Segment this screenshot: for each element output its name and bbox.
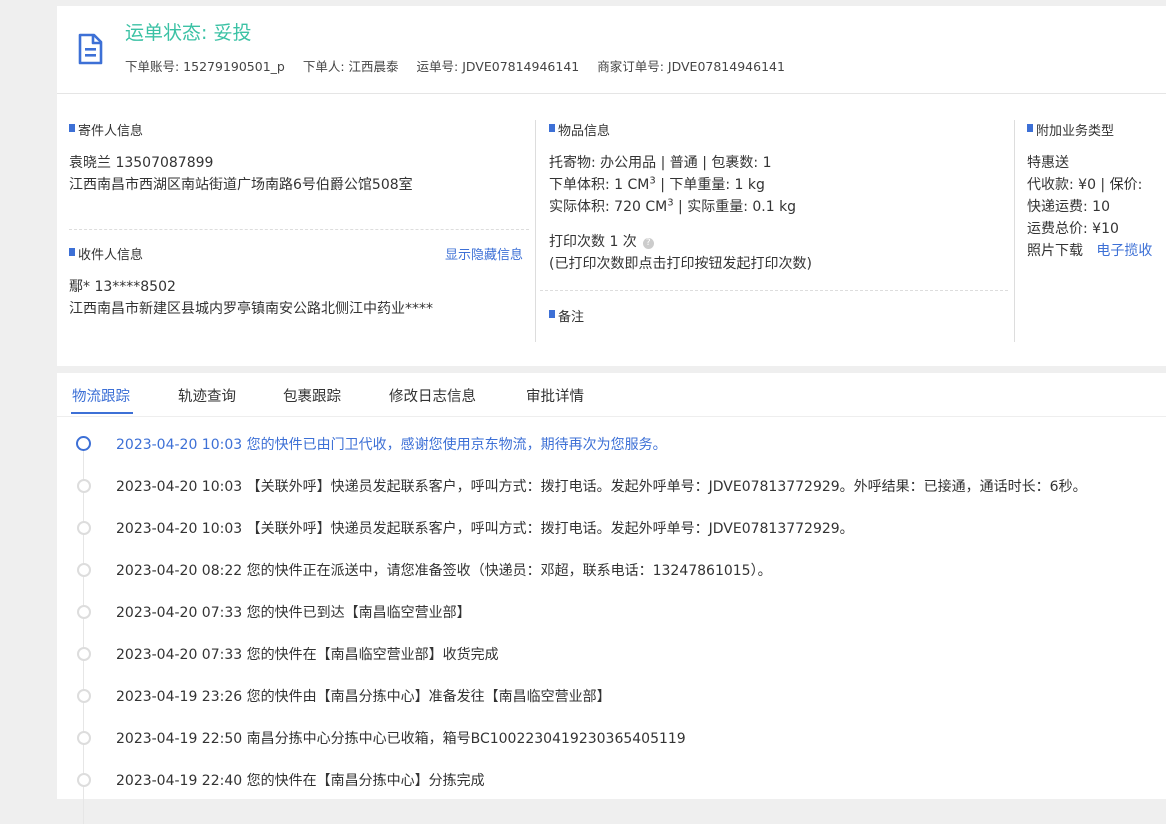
merchant-order-number: 商家订单号: JDVE07814946141: [597, 59, 785, 74]
print-count: 打印次数 1 次: [549, 234, 637, 250]
show-hidden-info-link[interactable]: 显示隐藏信息: [445, 244, 523, 263]
timeline-dot-icon: [77, 605, 91, 619]
print-count-row: 打印次数 1 次?: [549, 231, 654, 251]
timeline-dot-icon: [77, 647, 91, 661]
service-type: 特惠送: [1027, 155, 1069, 171]
photo-download-row: 照片下载 电子揽收: [1027, 240, 1152, 260]
order-weight: | 下单重量: 1 kg: [655, 177, 765, 193]
timeline-text: 2023-04-20 07:33 您的快件已到达【南昌临空营业部】: [116, 605, 471, 621]
extra-service-column: 附加业务类型 特惠送 代收款: ¥0 | 保价: 快递运费: 10 运费总价: …: [1027, 94, 1166, 366]
sender-title: 寄件人信息: [69, 120, 143, 139]
timeline-dot-icon: [77, 731, 91, 745]
receiver-address: 江西南昌市新建区县城内罗亭镇南安公路北侧江中药业****: [69, 301, 433, 317]
timeline-item: 2023-04-20 10:03 【关联外呼】快递员发起联系客户，呼叫方式：拨打…: [57, 458, 1166, 500]
timeline-item: 2023-04-20 10:03 【关联外呼】快递员发起联系客户，呼叫方式：拨打…: [57, 500, 1166, 542]
timeline-dot-current-icon: [76, 436, 91, 451]
timeline-dot-icon: [77, 479, 91, 493]
timeline-text: 2023-04-19 23:26 您的快件由【南昌分拣中心】准备发往【南昌临空营…: [116, 689, 611, 705]
tab-approval-details[interactable]: 审批详情: [526, 385, 584, 406]
timeline-item: 2023-04-20 07:33 您的快件已到达【南昌临空营业部】: [57, 584, 1166, 626]
electronic-pickup-link[interactable]: 电子揽收: [1096, 243, 1152, 259]
document-icon: [78, 33, 103, 65]
timeline-text: 2023-04-20 10:03 【关联外呼】快递员发起联系客户，呼叫方式：拨打…: [116, 521, 854, 537]
timeline-text: 2023-04-20 10:03 【关联外呼】快递员发起联系客户，呼叫方式：拨打…: [116, 479, 1087, 495]
divider: [540, 290, 1008, 291]
actual-volume: 实际体积: 720 CM: [549, 199, 668, 215]
photo-download-label: 照片下载: [1027, 243, 1083, 259]
actual-volume-weight: 实际体积: 720 CM3 | 实际重量: 0.1 kg: [549, 196, 796, 216]
print-note: (已打印次数即点击打印按钮发起打印次数): [549, 256, 812, 272]
tab-track-query[interactable]: 轨迹查询: [178, 385, 236, 406]
order-account: 下单账号: 15279190501_p: [125, 59, 285, 74]
order-volume: 下单体积: 1 CM: [549, 177, 650, 193]
extra-service-title: 附加业务类型: [1027, 120, 1114, 139]
sender-address: 江西南昌市西湖区南站街道广场南路6号伯爵公馆508室: [69, 177, 413, 193]
orderer-name: 下单人: 江西晨泰: [302, 59, 399, 74]
tab-bar: 物流跟踪 轨迹查询 包裹跟踪 修改日志信息 审批详情: [57, 373, 1166, 417]
timeline-dot-icon: [77, 689, 91, 703]
cod-insurance: 代收款: ¥0 | 保价:: [1027, 177, 1143, 193]
timeline-dot-icon: [77, 773, 91, 787]
actual-weight: | 实际重量: 0.1 kg: [673, 199, 797, 215]
timeline-item: 2023-04-19 23:26 您的快件由【南昌分拣中心】准备发往【南昌临空营…: [57, 668, 1166, 710]
timeline-text: 2023-04-19 22:40 您的快件在【南昌分拣中心】分拣完成: [116, 773, 485, 789]
timeline-item: 2023-04-19 22:50 南昌分拣中心分拣中心已收箱，箱号BC10022…: [57, 710, 1166, 752]
logistics-card: 物流跟踪 轨迹查询 包裹跟踪 修改日志信息 审批详情 2023-04-20 10…: [57, 373, 1166, 824]
divider: [69, 229, 529, 230]
timeline-text: 2023-04-20 10:03 您的快件已由门卫代收，感谢您使用京东物流，期待…: [116, 437, 667, 453]
timeline-item: 2023-04-19 22:40 您的快件在【南昌分拣中心】分拣完成: [57, 752, 1166, 794]
sender-receiver-column: 寄件人信息 袁晓兰 13507087899 江西南昌市西湖区南站街道广场南路6号…: [69, 94, 531, 366]
goods-summary: 托寄物: 办公用品 | 普通 | 包裹数: 1: [549, 155, 772, 171]
tab-logistics-tracking[interactable]: 物流跟踪: [72, 385, 130, 406]
receiver-title: 收件人信息: [69, 244, 143, 263]
timeline-text: 2023-04-20 07:33 您的快件在【南昌临空营业部】收货完成: [116, 647, 499, 663]
timeline-text: 2023-04-20 08:22 您的快件正在派送中，请您准备签收（快递员：邓超…: [116, 563, 772, 579]
column-divider: [535, 120, 536, 342]
order-volume-weight: 下单体积: 1 CM3 | 下单重量: 1 kg: [549, 174, 765, 194]
waybill-number: 运单号: JDVE07814946141: [416, 59, 580, 74]
active-tab-indicator: [71, 412, 133, 414]
tab-change-log[interactable]: 修改日志信息: [389, 385, 476, 406]
waybill-info-card: 寄件人信息 袁晓兰 13507087899 江西南昌市西湖区南站街道广场南路6号…: [57, 94, 1166, 366]
timeline-text: 2023-04-19 22:50 南昌分拣中心分拣中心已收箱，箱号BC10022…: [116, 731, 686, 747]
sender-name-phone: 袁晓兰 13507087899: [69, 155, 214, 171]
column-divider: [1014, 120, 1015, 342]
waybill-meta: 下单账号: 15279190501_p 下单人: 江西晨泰 运单号: JDVE0…: [125, 56, 799, 75]
timeline-dot-icon: [77, 521, 91, 535]
goods-column: 物品信息 托寄物: 办公用品 | 普通 | 包裹数: 1 下单体积: 1 CM3…: [540, 94, 1010, 366]
waybill-status: 运单状态: 妥投: [125, 22, 252, 44]
receiver-name-phone: 鄢* 13****8502: [69, 279, 176, 295]
goods-title: 物品信息: [549, 120, 610, 139]
timeline-item: 2023-04-20 10:03 您的快件已由门卫代收，感谢您使用京东物流，期待…: [57, 416, 1166, 458]
tab-package-tracking[interactable]: 包裹跟踪: [283, 385, 341, 406]
remark-title: 备注: [549, 306, 584, 325]
help-icon[interactable]: ?: [642, 238, 654, 249]
timeline-dot-icon: [77, 563, 91, 577]
timeline-item: 2023-04-20 07:33 您的快件在【南昌临空营业部】收货完成: [57, 626, 1166, 668]
total-fee: 运费总价: ¥10: [1027, 221, 1119, 237]
timeline-item: 2023-04-20 08:22 您的快件正在派送中，请您准备签收（快递员：邓超…: [57, 542, 1166, 584]
waybill-header-card: 运单状态: 妥投 下单账号: 15279190501_p 下单人: 江西晨泰 运…: [57, 6, 1166, 94]
freight-fee: 快递运费: 10: [1027, 199, 1110, 215]
